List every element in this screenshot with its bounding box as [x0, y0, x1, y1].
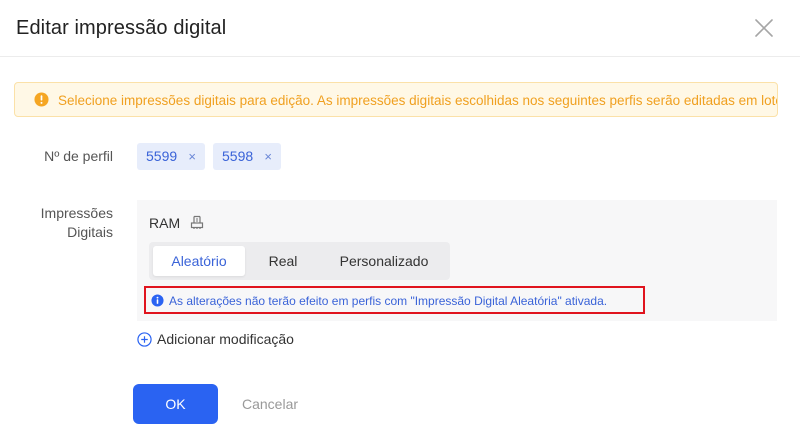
plus-circle-icon: [137, 332, 152, 347]
close-icon[interactable]: [752, 16, 776, 40]
ok-button[interactable]: OK: [133, 384, 218, 424]
warning-text: Selecione impressões digitais para ediçã…: [58, 93, 778, 108]
add-modification-label: Adicionar modificação: [157, 331, 294, 347]
profile-tag-value: 5599: [146, 148, 178, 164]
profile-tag: 5598 ×: [213, 143, 281, 170]
fingerprints-label-line1: Impressões: [40, 205, 113, 221]
fingerprints-label: Impressões Digitais: [10, 204, 113, 242]
profile-tag-value: 5598: [222, 148, 254, 164]
fingerprint-panel: RAM Aleatório Real Personalizado As alte…: [137, 200, 777, 321]
info-icon: [151, 294, 164, 307]
mode-option-custom[interactable]: Personalizado: [325, 246, 443, 276]
mode-option-real[interactable]: Real: [253, 246, 313, 276]
mode-segmented-control: Aleatório Real Personalizado: [149, 242, 450, 280]
memory-chip-icon: [190, 215, 204, 229]
remove-tag-icon[interactable]: ×: [188, 143, 196, 170]
dialog-header: Editar impressão digital: [0, 0, 800, 57]
dialog-title: Editar impressão digital: [16, 17, 227, 39]
mode-option-random[interactable]: Aleatório: [153, 246, 245, 276]
warning-alert: Selecione impressões digitais para ediçã…: [14, 82, 778, 117]
cancel-button[interactable]: Cancelar: [242, 396, 298, 412]
warning-icon: [34, 92, 49, 107]
profile-label: Nº de perfil: [44, 148, 113, 164]
profile-tag: 5599 ×: [137, 143, 205, 170]
fingerprints-label-line2: Digitais: [67, 224, 113, 240]
info-text: As alterações não terão efeito em perfis…: [169, 294, 608, 308]
ram-label: RAM: [149, 215, 181, 231]
info-note: As alterações não terão efeito em perfis…: [144, 286, 645, 314]
remove-tag-icon[interactable]: ×: [264, 143, 272, 170]
